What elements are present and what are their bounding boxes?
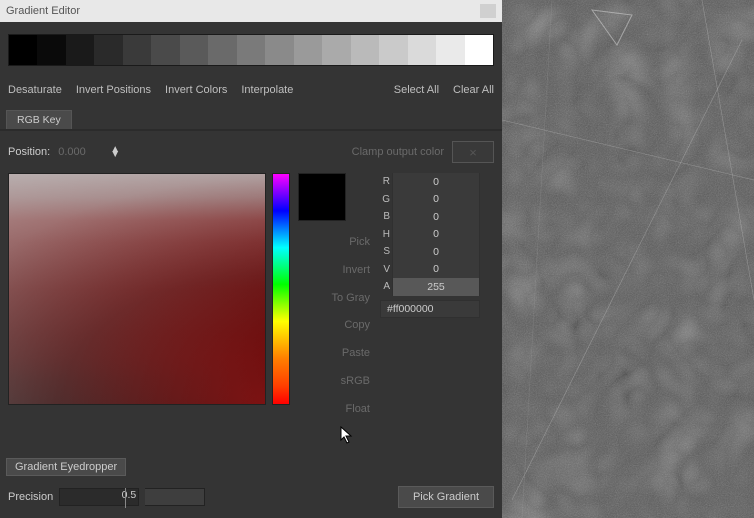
gradient-stop[interactable] (237, 35, 265, 65)
invert-button[interactable]: Invert (342, 261, 370, 281)
position-row: Position: 0.000 ▲ ▼ Clamp output color × (0, 131, 502, 173)
gradient-stop[interactable] (151, 35, 179, 65)
to-gray-button[interactable]: To Gray (331, 289, 370, 309)
texture-preview (502, 0, 754, 518)
hex-field[interactable]: #ff000000 (380, 300, 480, 318)
chevron-down-icon[interactable]: ▼ (110, 152, 120, 157)
precision-row: Precision 0.5 Pick Gradient (8, 486, 494, 508)
window-title: Gradient Editor (6, 5, 80, 17)
desaturate-button[interactable]: Desaturate (8, 84, 62, 96)
channel-h-value[interactable]: 0 (392, 226, 480, 244)
precision-label: Precision (8, 491, 53, 503)
clamp-toggle[interactable]: × (452, 141, 494, 163)
channel-label-g: G (380, 194, 392, 205)
gradient-stop[interactable] (37, 35, 65, 65)
gradient-stop[interactable] (379, 35, 407, 65)
gradient-stop[interactable] (9, 35, 37, 65)
pick-button[interactable]: Pick (349, 233, 370, 253)
gradient-stop[interactable] (208, 35, 236, 65)
gradient-stop[interactable] (94, 35, 122, 65)
tab-rgb-key[interactable]: RGB Key (6, 110, 72, 129)
gradient-eyedropper-button[interactable]: Gradient Eyedropper (6, 458, 126, 476)
interpolate-button[interactable]: Interpolate (241, 84, 293, 96)
channel-column: R0 G0 B0 H0 S0 V0 A255 #ff000000 (380, 173, 480, 420)
channel-s-value[interactable]: 0 (392, 243, 480, 261)
gradient-stop[interactable] (123, 35, 151, 65)
invert-positions-button[interactable]: Invert Positions (76, 84, 151, 96)
gradient-stop[interactable] (322, 35, 350, 65)
channel-g-value[interactable]: 0 (392, 191, 480, 209)
mid-actions: Pick Invert To Gray Copy Paste sRGB Floa… (296, 173, 374, 420)
position-label: Position: (8, 146, 50, 158)
gradient-stop[interactable] (294, 35, 322, 65)
title-bar: Gradient Editor (0, 0, 502, 22)
clamp-label: Clamp output color (352, 146, 444, 158)
current-color-swatch[interactable] (298, 173, 346, 221)
clear-all-button[interactable]: Clear All (453, 84, 494, 96)
channel-label-a: A (380, 281, 392, 292)
gradient-stop[interactable] (351, 35, 379, 65)
close-icon[interactable] (480, 4, 496, 18)
picker-area: Pick Invert To Gray Copy Paste sRGB Floa… (0, 173, 502, 420)
gradient-stop[interactable] (265, 35, 293, 65)
channel-label-r: R (380, 176, 392, 187)
precision-input[interactable]: 0.5 (59, 488, 139, 506)
tab-row: RGB Key (0, 110, 502, 131)
position-value[interactable]: 0.000 (58, 146, 102, 158)
operations-row: Desaturate Invert Positions Invert Color… (0, 84, 502, 96)
select-all-button[interactable]: Select All (394, 84, 439, 96)
channel-a-value[interactable]: 255 (392, 278, 480, 296)
gradient-stop[interactable] (180, 35, 208, 65)
gradient-preview[interactable] (8, 34, 494, 66)
pick-gradient-button[interactable]: Pick Gradient (398, 486, 494, 508)
gradient-stop[interactable] (436, 35, 464, 65)
channel-label-b: B (380, 211, 392, 222)
channel-label-s: S (380, 246, 392, 257)
srgb-button[interactable]: sRGB (341, 372, 370, 392)
sv-picker[interactable] (8, 173, 266, 405)
precision-slider[interactable] (145, 488, 205, 506)
editor-panel: Gradient Editor Desaturate Invert Positi… (0, 0, 502, 518)
close-icon: × (469, 145, 477, 160)
channel-label-v: V (380, 264, 392, 275)
gradient-stop[interactable] (408, 35, 436, 65)
channel-b-value[interactable]: 0 (392, 208, 480, 226)
cursor-icon (340, 426, 354, 444)
gradient-stop[interactable] (465, 35, 493, 65)
paste-button[interactable]: Paste (342, 344, 370, 364)
hue-slider[interactable] (272, 173, 290, 405)
preview-panel (502, 0, 754, 518)
gradient-stop[interactable] (66, 35, 94, 65)
channel-v-value[interactable]: 0 (392, 261, 480, 279)
invert-colors-button[interactable]: Invert Colors (165, 84, 227, 96)
position-spinner[interactable]: ▲ ▼ (110, 147, 120, 157)
copy-button[interactable]: Copy (344, 316, 370, 336)
channel-label-h: H (380, 229, 392, 240)
float-button[interactable]: Float (346, 400, 370, 420)
channel-r-value[interactable]: 0 (392, 173, 480, 191)
